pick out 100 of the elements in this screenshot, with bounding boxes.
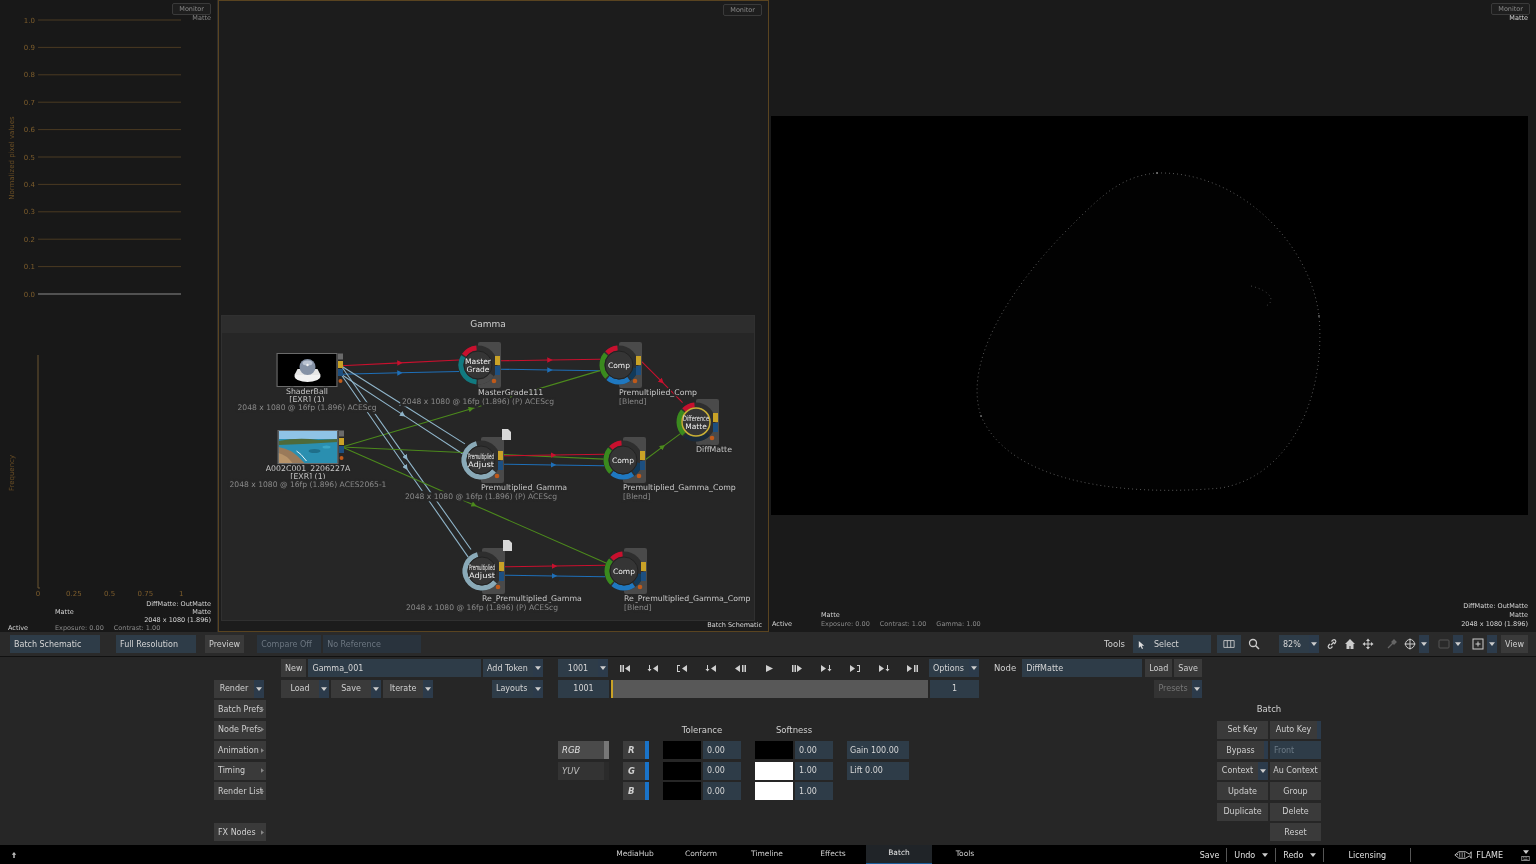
dropdown-button[interactable] — [1453, 635, 1463, 653]
zoom-field[interactable]: 82% — [1279, 635, 1309, 653]
dropdown-button[interactable] — [533, 659, 543, 678]
softness-field[interactable]: 0.00 — [795, 741, 833, 760]
comp-node[interactable] — [599, 342, 642, 388]
color-swatch[interactable] — [663, 761, 701, 780]
port-strip[interactable] — [339, 430, 344, 460]
color-swatch[interactable] — [663, 741, 701, 760]
context-button[interactable]: Context — [1217, 761, 1258, 780]
submenu-arrow-icon — [261, 768, 264, 774]
port-strip[interactable] — [338, 353, 343, 383]
channel-toggle[interactable]: G — [623, 761, 649, 780]
render-button[interactable]: Render — [214, 679, 254, 698]
menu-button[interactable]: Timing — [214, 761, 266, 780]
options-button[interactable]: Options — [929, 659, 969, 678]
select-tool-button[interactable]: Select — [1133, 635, 1211, 653]
keyboard-icon[interactable] — [1521, 855, 1530, 861]
resolution-button[interactable]: Full Resolution — [116, 635, 196, 653]
color-swatch[interactable] — [755, 741, 793, 760]
menu-button[interactable]: Batch Prefs — [214, 700, 266, 719]
column-heading: Tolerance — [680, 724, 724, 735]
dropdown-button[interactable] — [319, 679, 329, 698]
batch-button[interactable]: Update — [1217, 782, 1268, 801]
adjust-node[interactable] — [462, 548, 505, 594]
tolerance-field[interactable]: 0.00 — [703, 741, 741, 760]
load-button[interactable]: Load — [1145, 659, 1173, 678]
softness-field[interactable]: 1.00 — [795, 761, 833, 780]
setup-name-field[interactable]: Gamma_001 — [308, 659, 481, 678]
matte-node[interactable] — [676, 399, 719, 445]
clip-node[interactable] — [277, 430, 339, 464]
mode-button[interactable]: YUV — [558, 761, 609, 780]
split-view-button[interactable] — [1217, 635, 1241, 653]
batch-button[interactable]: Group — [1270, 782, 1321, 801]
caret-icon[interactable] — [1522, 849, 1529, 854]
dropdown-button[interactable] — [423, 679, 433, 698]
dropdown-button[interactable] — [533, 679, 543, 698]
batch-button[interactable]: Duplicate — [1217, 802, 1268, 821]
input-field[interactable]: Front — [1270, 741, 1321, 760]
columns-icon — [1223, 638, 1235, 650]
preview-button[interactable]: Preview — [205, 635, 245, 653]
color-swatch[interactable] — [755, 761, 793, 780]
menu-button[interactable]: Animation — [214, 741, 266, 760]
batch-button[interactable]: Delete — [1270, 802, 1321, 821]
softness-field[interactable]: 1.00 — [795, 782, 833, 801]
menu-button[interactable]: Render List — [214, 782, 266, 801]
menu-button[interactable]: FX Nodes — [214, 823, 266, 842]
add-token-button[interactable]: Add Token — [483, 659, 533, 678]
dropdown-button[interactable] — [371, 679, 381, 698]
start-frame-field[interactable]: 1001 — [558, 679, 609, 698]
caret-icon — [971, 666, 977, 671]
dropdown-button[interactable] — [1309, 635, 1319, 653]
new-button[interactable]: New — [281, 659, 307, 678]
view-button[interactable]: View — [1501, 635, 1528, 653]
dropdown-button[interactable] — [969, 659, 979, 678]
caret-icon — [1194, 686, 1200, 691]
dropdown-button[interactable] — [254, 679, 264, 698]
end-frame-field[interactable]: 1 — [930, 679, 979, 698]
dropdown-button[interactable] — [1258, 761, 1268, 780]
adjust-node[interactable] — [461, 437, 504, 483]
submenu-arrow-icon — [261, 747, 264, 753]
gain-field[interactable]: Gain 100.00 — [847, 741, 909, 760]
submenu-arrow-icon — [261, 706, 264, 712]
frame-field[interactable]: 1001 — [558, 659, 598, 678]
tolerance-field[interactable]: 0.00 — [703, 761, 741, 780]
save-button[interactable]: Save — [1195, 850, 1224, 860]
toggle-button[interactable]: Bypass — [1217, 741, 1268, 760]
comp-node[interactable] — [604, 548, 647, 594]
save-button[interactable]: Save — [1174, 659, 1202, 678]
dropdown-button[interactable] — [1487, 635, 1497, 653]
iterate-button[interactable]: Iterate — [383, 679, 423, 698]
undo-button[interactable]: Undo — [1230, 850, 1260, 860]
color-swatch[interactable] — [755, 782, 793, 801]
menu-button[interactable]: Node Prefs — [214, 720, 266, 739]
batch-button[interactable]: Set Key — [1217, 720, 1268, 739]
caret-icon[interactable] — [1262, 853, 1269, 857]
redo-button[interactable]: Redo — [1279, 850, 1308, 860]
mode-button[interactable]: RGB — [558, 741, 609, 760]
overlay-button[interactable] — [1469, 635, 1487, 653]
color-swatch[interactable] — [663, 782, 701, 801]
toggle-button[interactable]: Auto Key — [1270, 720, 1321, 739]
schematic-menu[interactable]: Batch Schematic — [10, 635, 100, 653]
batch-button[interactable]: Reset — [1270, 823, 1321, 842]
licensing-button[interactable]: Licensing — [1327, 850, 1408, 860]
caret-icon[interactable] — [1310, 853, 1317, 857]
next-key-icon — [820, 663, 834, 673]
grade-node[interactable] — [458, 342, 501, 388]
channel-toggle[interactable]: R — [623, 741, 649, 760]
node-name-field[interactable]: DiffMatte — [1022, 659, 1143, 678]
tolerance-field[interactable]: 0.00 — [703, 782, 741, 801]
channel-toggle[interactable]: B — [623, 782, 649, 801]
load-button[interactable]: Load — [281, 679, 319, 698]
lift-field[interactable]: Lift 0.00 — [847, 761, 909, 780]
save-button[interactable]: Save — [331, 679, 371, 698]
batch-button[interactable]: Au Context — [1270, 761, 1321, 780]
clip-node[interactable] — [276, 353, 338, 387]
dropdown-button[interactable] — [1192, 679, 1202, 698]
comp-node[interactable] — [603, 437, 646, 483]
layouts-button[interactable]: Layouts — [492, 679, 533, 698]
dropdown-button[interactable] — [598, 659, 608, 678]
dropdown-button[interactable] — [1419, 635, 1429, 653]
